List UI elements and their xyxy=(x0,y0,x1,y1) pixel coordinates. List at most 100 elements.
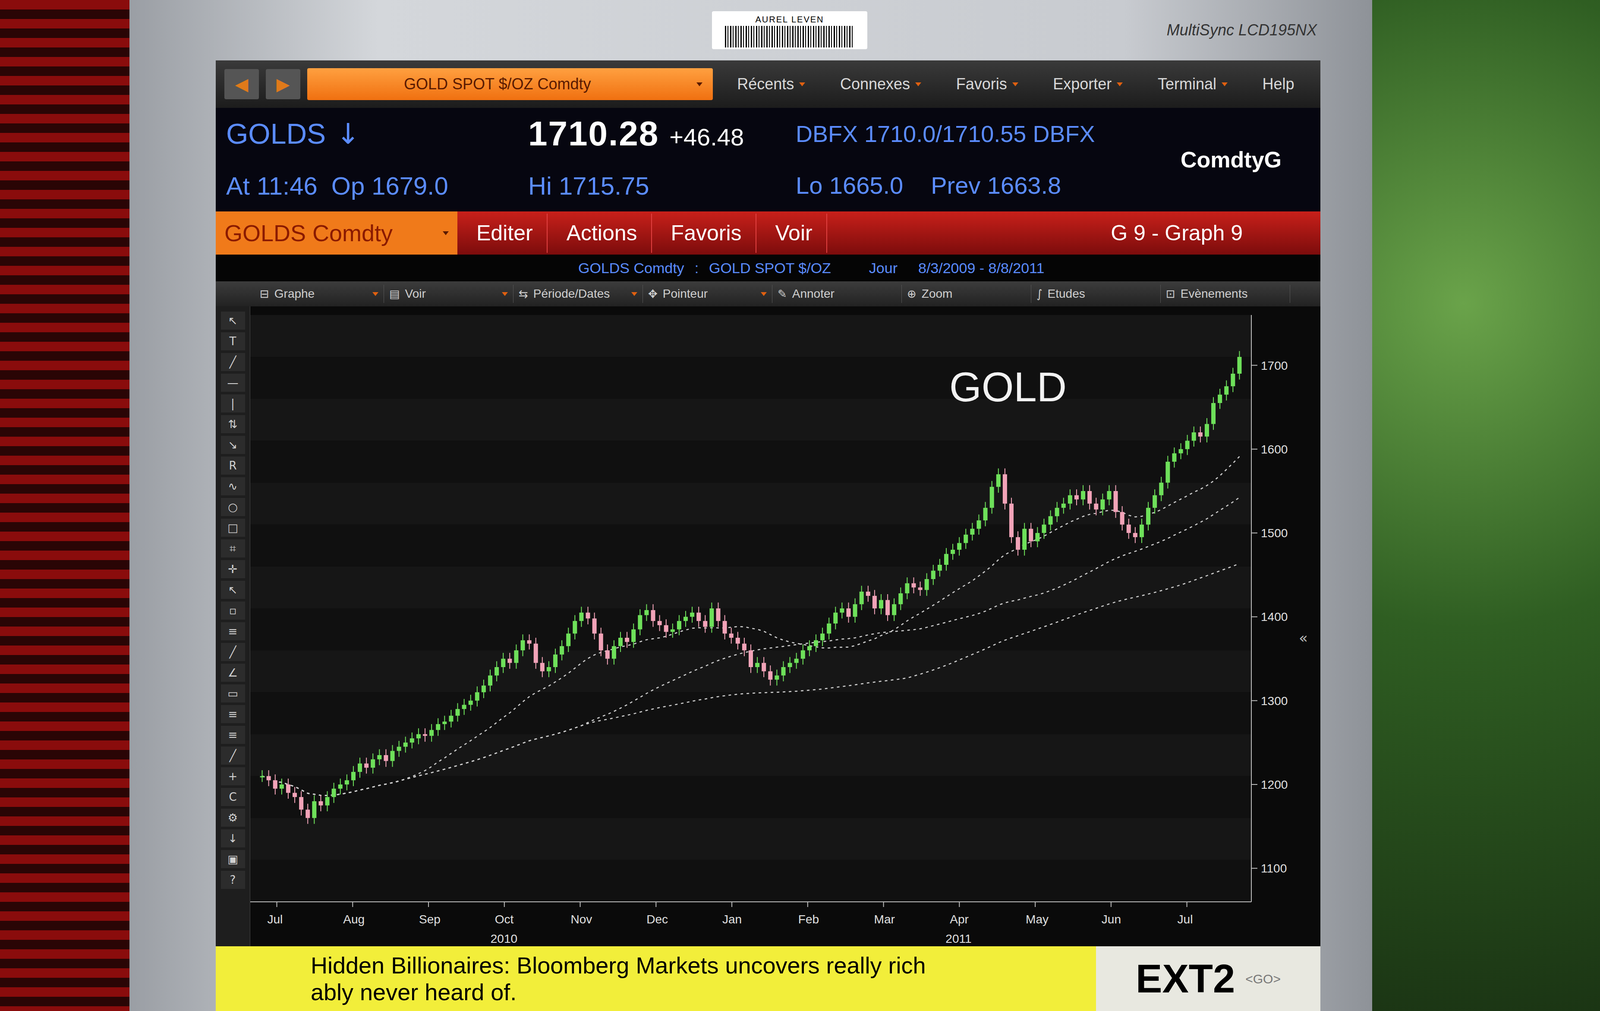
drawing-tool[interactable]: ≡ xyxy=(220,622,246,641)
drawing-tool[interactable]: ○ xyxy=(220,497,246,517)
candle-body xyxy=(1002,474,1008,504)
chart-toolbar-item[interactable]: ⊡Evènements xyxy=(1160,284,1291,303)
chart-toolbar-item[interactable]: ⇆Période/Dates xyxy=(513,284,643,303)
plant xyxy=(1372,0,1600,1011)
candle-body xyxy=(944,554,949,565)
drawing-tool[interactable]: — xyxy=(220,373,246,392)
candle xyxy=(611,640,617,665)
candle xyxy=(1146,501,1151,531)
drawing-tool[interactable]: ↓ xyxy=(220,829,246,848)
drawing-tool[interactable]: ⚙ xyxy=(220,808,246,827)
chart-toolbar-item[interactable]: ⊕Zoom xyxy=(901,284,1032,303)
net-change: +46.48 xyxy=(669,119,744,156)
drawing-tool[interactable]: ↘ xyxy=(220,435,246,454)
drawing-tool[interactable]: + xyxy=(220,767,246,786)
candle-body xyxy=(807,645,812,651)
security-dropdown[interactable]: GOLD SPOT $/OZ Comdty xyxy=(307,68,713,101)
candle-body xyxy=(481,685,486,693)
nav-menu[interactable]: Help xyxy=(1255,69,1302,100)
candle xyxy=(637,609,643,636)
candle xyxy=(1126,518,1131,539)
candle-body xyxy=(1120,512,1125,525)
drawing-tool[interactable]: | xyxy=(220,394,246,413)
monitor-bezel: AUREL LEVENMultiSync LCD195NX xyxy=(215,0,1321,61)
drawing-tool[interactable]: ≡ xyxy=(220,705,246,724)
chart-toolbar-item[interactable]: ∫Etudes xyxy=(1031,284,1161,303)
drawing-tool[interactable]: ↖ xyxy=(220,311,246,330)
subheader-separator: : xyxy=(694,257,699,280)
chart-toolbar-item[interactable]: ✥Pointeur xyxy=(642,284,773,303)
drawing-tool[interactable]: ∿ xyxy=(220,477,246,496)
candle-body xyxy=(794,658,799,664)
nav-menu[interactable]: Connexes xyxy=(833,69,929,100)
candle xyxy=(1074,489,1079,506)
nav-menu[interactable]: Favoris xyxy=(949,69,1026,100)
y-tick-label: 1400 xyxy=(1260,610,1288,624)
drawing-tool[interactable]: ↖ xyxy=(220,580,246,599)
drawing-tool[interactable]: □ xyxy=(220,518,246,537)
candle xyxy=(396,740,402,757)
candle-body xyxy=(657,620,662,626)
chart-toolbar-item[interactable]: ▤Voir xyxy=(384,284,514,303)
drawing-tool[interactable]: ╱ xyxy=(220,746,246,765)
security-field[interactable]: GOLDS Comdty xyxy=(215,211,458,255)
candle-body xyxy=(592,618,597,634)
back-button[interactable]: ◀ xyxy=(224,69,259,100)
drawing-tool[interactable]: ▣ xyxy=(220,850,246,869)
drawing-tool[interactable]: T xyxy=(220,332,246,351)
monitor: AUREL LEVENMultiSync LCD195NX ◀▶GOLD SPO… xyxy=(129,0,1373,1011)
drawing-tool[interactable]: ✛ xyxy=(220,560,246,579)
quote-low-prev: Lo 1665.0Prev 1663.8 xyxy=(795,167,1181,204)
drawing-tool[interactable]: ∠ xyxy=(220,663,246,682)
candle-body xyxy=(1126,524,1131,533)
candle-body xyxy=(1015,537,1021,550)
forward-button[interactable]: ▶ xyxy=(265,69,301,100)
x-tick xyxy=(503,901,505,908)
candle xyxy=(429,724,434,742)
y-tick xyxy=(1251,700,1258,702)
candle-body xyxy=(390,750,395,761)
candle-body xyxy=(468,700,473,706)
candle-body xyxy=(370,759,375,768)
menu-item[interactable]: Actions xyxy=(552,213,652,253)
drawing-tool[interactable]: ⇅ xyxy=(220,415,246,434)
candle xyxy=(651,604,656,627)
nav-menu[interactable]: Terminal xyxy=(1150,69,1235,100)
candle xyxy=(794,652,799,669)
candle xyxy=(839,602,845,619)
candle-body xyxy=(859,591,864,605)
chart-title: GOLD xyxy=(949,363,1067,410)
nav-menu-label: Exporter xyxy=(1052,72,1112,96)
candle-body xyxy=(1035,532,1040,542)
drawing-tool[interactable]: ▭ xyxy=(220,684,246,703)
photo: AUREL LEVENMultiSync LCD195NX ◀▶GOLD SPO… xyxy=(0,0,1600,1011)
drawing-tool[interactable]: ? xyxy=(220,870,246,889)
drawing-tool[interactable]: ▫ xyxy=(220,601,246,620)
candle-body xyxy=(1198,432,1203,437)
dropdown-icon xyxy=(631,292,638,297)
exchange-box[interactable]: EXT2<GO> xyxy=(1096,946,1321,1011)
menu-item[interactable]: Voir xyxy=(761,213,828,253)
nav-menu[interactable]: Récents xyxy=(730,69,813,100)
nav-menu[interactable]: Exporter xyxy=(1045,69,1130,100)
drawing-tool[interactable]: ≡ xyxy=(220,725,246,744)
toolbar-icon: ⊟ xyxy=(259,285,270,303)
candle xyxy=(898,587,903,610)
drawing-tool[interactable]: ╱ xyxy=(220,642,246,662)
drawing-tool[interactable]: C xyxy=(220,787,246,807)
chart-toolbar-item[interactable]: ✎Annoter xyxy=(772,284,902,303)
drawing-tool[interactable]: ╱ xyxy=(220,352,246,372)
drawing-tool[interactable]: R xyxy=(220,456,246,475)
drawing-tool[interactable]: ⌗ xyxy=(220,539,246,558)
menu-item[interactable]: Favoris xyxy=(657,213,757,253)
moving-average-line xyxy=(262,456,1240,796)
month-label: Sep xyxy=(418,912,441,926)
chart-subheader: GOLDS Comdty:GOLD SPOT $/OZJour8/3/2009 … xyxy=(215,254,1321,282)
candle xyxy=(572,615,577,640)
menu-item[interactable]: Editer xyxy=(462,213,548,253)
candle xyxy=(859,585,864,611)
candle-body xyxy=(383,755,388,762)
grid-band xyxy=(250,818,1252,860)
candle xyxy=(383,749,388,767)
chart-toolbar-item[interactable]: ⊟Graphe xyxy=(254,284,385,303)
